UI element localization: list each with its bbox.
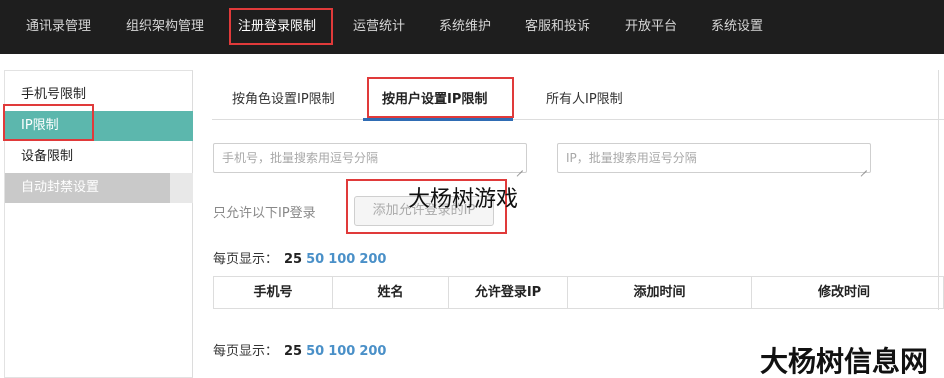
pager-option-100[interactable]: 100 — [328, 344, 355, 359]
pager-option-200[interactable]: 200 — [359, 252, 386, 267]
watermark-center: 大杨树游戏 — [408, 187, 519, 212]
sidebar-group-auto-ban[interactable]: 自动封禁设置 — [5, 173, 193, 203]
sidebar-group-tail — [170, 173, 193, 203]
phone-search-input[interactable] — [213, 143, 527, 173]
column-header-phone[interactable]: 手机号 — [214, 277, 333, 308]
pager-label: 每页显示： — [213, 344, 279, 359]
ip-search-input[interactable] — [557, 143, 871, 173]
active-tab-underline — [363, 118, 513, 121]
resize-handle-icon[interactable] — [859, 163, 868, 172]
pager-label: 每页显示： — [213, 252, 279, 267]
tab-by-user[interactable]: 按用户设置IP限制 — [382, 78, 487, 120]
pager-option-200[interactable]: 200 — [359, 344, 386, 359]
pager-current: 25 — [284, 252, 303, 267]
pager-option-100[interactable]: 100 — [328, 252, 355, 267]
allow-ip-label: 只允许以下IP登录 — [213, 206, 316, 221]
sidebar-item-device-limit[interactable]: 设备限制 — [5, 142, 193, 172]
tab-by-role[interactable]: 按角色设置IP限制 — [232, 78, 335, 120]
nav-item-support[interactable]: 客服和投诉 — [525, 0, 590, 54]
pager-current: 25 — [284, 344, 303, 359]
watermark-corner: 大杨树信息网 — [760, 345, 929, 378]
nav-item-register-login-limit[interactable]: 注册登录限制 — [238, 0, 316, 54]
column-header-allowed-ip[interactable]: 允许登录IP — [449, 277, 568, 308]
sidebar: 手机号限制 IP限制 设备限制 自动封禁设置 — [4, 70, 193, 378]
pager-top: 每页显示： 25 50 100 200 — [213, 248, 386, 267]
nav-item-settings[interactable]: 系统设置 — [711, 0, 763, 54]
nav-item-maintenance[interactable]: 系统维护 — [439, 0, 491, 54]
tab-bar: 按角色设置IP限制 按用户设置IP限制 所有人IP限制 — [212, 78, 944, 120]
nav-item-org[interactable]: 组织架构管理 — [126, 0, 204, 54]
nav-item-operations[interactable]: 运营统计 — [353, 0, 405, 54]
ip-table-header: 手机号 姓名 允许登录IP 添加时间 修改时间 — [213, 276, 944, 309]
tab-everyone[interactable]: 所有人IP限制 — [546, 78, 623, 120]
sidebar-item-phone-limit[interactable]: 手机号限制 — [5, 80, 193, 110]
resize-handle-icon[interactable] — [515, 163, 524, 172]
sidebar-group-label: 自动封禁设置 — [21, 180, 100, 195]
column-header-name[interactable]: 姓名 — [333, 277, 449, 308]
pager-option-50[interactable]: 50 — [306, 252, 324, 267]
nav-item-contacts[interactable]: 通讯录管理 — [26, 0, 91, 54]
column-header-modified-time[interactable]: 修改时间 — [752, 277, 936, 308]
pager-option-50[interactable]: 50 — [306, 344, 324, 359]
top-nav: 通讯录管理 组织架构管理 注册登录限制 运营统计 系统维护 客服和投诉 开放平台… — [0, 0, 944, 54]
content-scroll-edge — [938, 70, 944, 310]
nav-item-open-platform[interactable]: 开放平台 — [625, 0, 677, 54]
pager-bottom: 每页显示： 25 50 100 200 — [213, 340, 386, 359]
column-header-added-time[interactable]: 添加时间 — [568, 277, 752, 308]
sidebar-item-ip-limit[interactable]: IP限制 — [5, 111, 193, 141]
